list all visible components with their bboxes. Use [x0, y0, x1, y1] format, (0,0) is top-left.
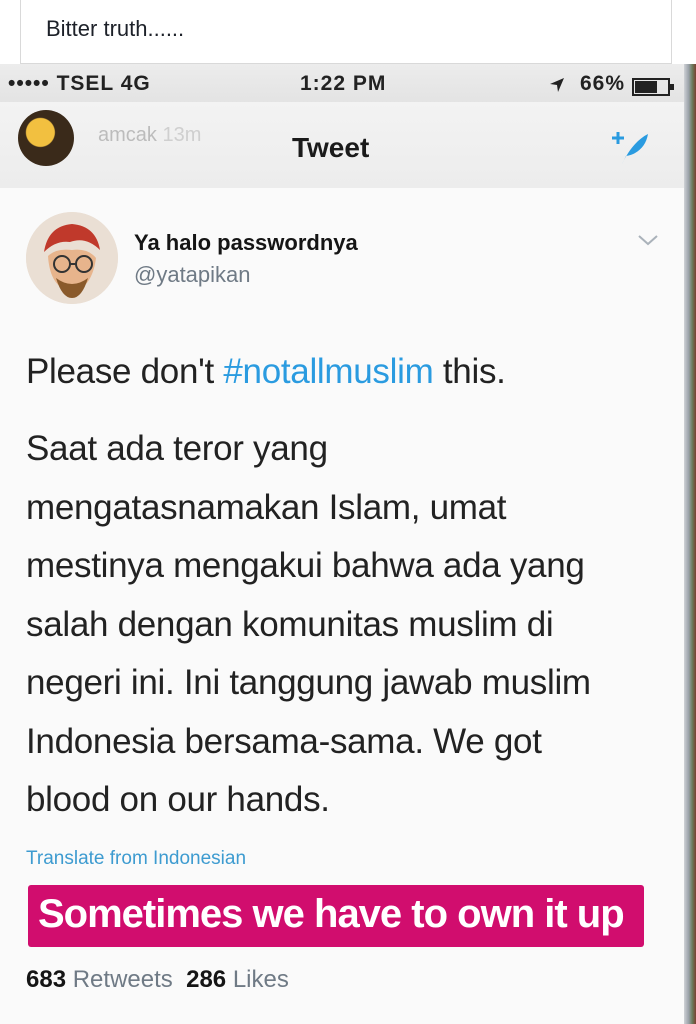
overlay-text: Sometimes we have to own it up [38, 892, 625, 936]
avatar[interactable] [18, 110, 74, 166]
chevron-down-icon[interactable] [636, 230, 660, 250]
clock: 1:22 PM [300, 72, 387, 95]
hashtag-link[interactable]: #notallmuslim [223, 352, 433, 391]
tweet-screenshot: ••••• TSEL 4G 1:22 PM 66% amcak 13m Twee… [0, 64, 684, 1024]
overlay-banner: Sometimes we have to own it up [28, 885, 644, 947]
story-info: amcak 13m [98, 124, 201, 147]
tweet-body-line: Indonesia bersama-sama. We got [26, 721, 542, 761]
user-handle[interactable]: @yatapikan [134, 262, 251, 288]
post-caption-area: Bitter truth...... [0, 0, 696, 64]
tweet-stats: 683 Retweets 286 Likes [26, 966, 289, 994]
tweet-body-line: negeri ini. Ini tanggung jawab muslim [26, 663, 591, 702]
compose-tweet-icon[interactable] [608, 124, 652, 168]
story-time: 13m [162, 124, 202, 146]
tweet-body: Saat ada teror yang mengatasnamakan Isla… [26, 420, 666, 830]
translate-link[interactable]: Translate from Indonesian [26, 848, 246, 870]
battery-icon [632, 78, 674, 96]
carrier-label: ••••• TSEL 4G [8, 72, 151, 95]
display-name[interactable]: Ya halo passwordnya [134, 230, 358, 256]
tweet-first-line: Please don't #notallmuslim this. [26, 352, 506, 392]
page-title: Tweet [292, 132, 370, 163]
tweet-body-line: mengatasnamakan Islam, umat [26, 487, 507, 527]
tweet-body-line: Saat ada teror yang [26, 429, 328, 468]
retweets-label[interactable]: Retweets [73, 966, 173, 993]
tweet-body-line: blood on our hands. [26, 780, 330, 819]
story-username: amcak [98, 124, 157, 146]
tweet-body-line: mestinya mengakui bahwa ada yang [26, 546, 585, 585]
likes-label[interactable]: Likes [233, 966, 289, 993]
tweet-body-line: salah dengan komunitas muslim di [26, 604, 554, 644]
tweet-text-before: Please don't [26, 352, 224, 391]
nav-bar: amcak 13m Tweet [0, 102, 684, 189]
battery-percent: 66% [580, 72, 626, 95]
background-edge [684, 64, 696, 1024]
tweet-text-after: this. [433, 352, 506, 391]
location-arrow-icon [550, 78, 564, 92]
retweets-count[interactable]: 683 [26, 966, 66, 993]
profile-avatar[interactable] [26, 212, 118, 304]
post-caption: Bitter truth...... [46, 16, 185, 41]
likes-count[interactable]: 286 [186, 966, 226, 993]
tweet-card: Ya halo passwordnya @yatapikan Please do… [0, 188, 684, 1024]
